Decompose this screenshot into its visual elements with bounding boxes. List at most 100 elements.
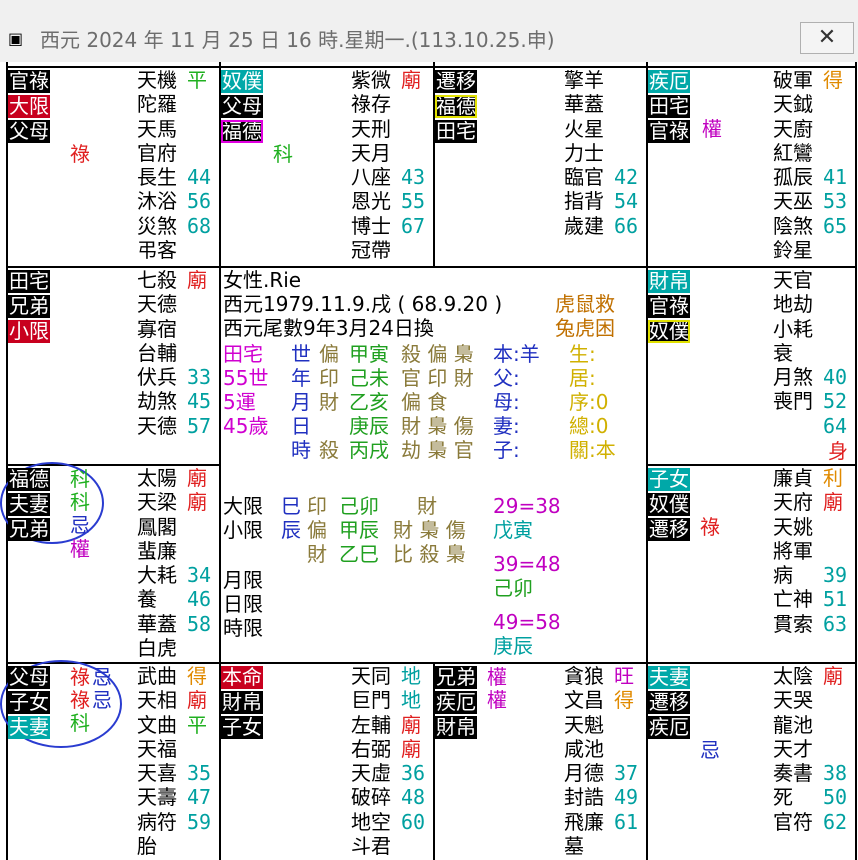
star-name: 月煞 — [773, 365, 813, 390]
star-name: 天鉞 — [773, 92, 813, 117]
star-row: 養 46 — [137, 587, 211, 611]
transform-mark: 忌 — [70, 513, 90, 537]
star-row: 天魁 — [564, 713, 604, 737]
palace-c5[interactable]: 田宅 兄弟 小限 七殺廟天德 寡宿 台輔 伏兵 33 劫煞 45 天德 57 — [8, 268, 219, 464]
star-list: 天機平陀羅 天馬 官府 長生 44 沐浴 56 災煞 68 弔客 — [137, 68, 211, 262]
app-icon[interactable]: ▣ — [8, 30, 28, 48]
pillar-g: 關:本 — [569, 438, 616, 462]
star-row: 官符 62 — [773, 810, 847, 834]
palace-role-tag: 官祿 — [8, 69, 50, 93]
star-row: 天馬 — [137, 117, 177, 141]
star-row: 長生 44 — [137, 165, 211, 189]
palace-c14[interactable]: 本命 財帛 子女 天同地巨門地左輔廟右弼廟天虛 36 破碎 48 地空 60 斗君 — [221, 664, 433, 860]
xiaoxian-zhi: 辰 — [281, 518, 301, 542]
star-row: 天哭 — [773, 688, 813, 712]
palace-c9[interactable]: 福德 夫妻 兄弟科科忌權太陽廟天梁廟鳳閣 蜚廉 大耗 34 養 46 華蓋 58 白虎 — [8, 466, 219, 662]
star-name: 亡神 — [773, 587, 813, 612]
xiaoxian-label: 小限 — [223, 518, 263, 542]
star-row: 寡宿 — [137, 317, 177, 341]
transform-mark: 祿 — [70, 142, 90, 166]
palace-c2[interactable]: 奴僕 父母 福德科 紫微廟祿存 天刑 天月 八座 43 恩光 55 博士 67 冠帶 — [221, 68, 433, 266]
transform-mark: 科 — [70, 711, 90, 735]
star-name: 天府 — [773, 490, 813, 515]
star-age: 47 — [187, 785, 212, 810]
star-row: 封誥 49 — [564, 785, 638, 809]
star-age: 62 — [823, 809, 848, 834]
palace-c8[interactable]: 財帛 官祿 奴僕身 天官 地劫 小耗衰月煞 40 喪門 52 64 — [648, 268, 855, 464]
star-name: 白虎 — [137, 636, 177, 661]
pillar-d: 庚辰 — [349, 414, 389, 438]
star-age: 64 — [823, 413, 848, 438]
palace-c1[interactable]: 官祿 大限 父母祿 天機平陀羅 天馬 官府 長生 44 沐浴 56 災煞 68 弔客 — [8, 68, 219, 266]
pillar-e: 官 印 財 — [401, 366, 474, 390]
palace-role-tag: 父母 — [8, 665, 50, 689]
transform-mark: 身 — [828, 439, 848, 463]
palace-c3[interactable]: 遷移 福德 田宅 擎羊 華蓋 火星 力士 臨官 42 指背 54 歲建 66 — [435, 68, 646, 266]
star-row: 華蓋 — [564, 92, 604, 116]
transform-mark: 科 — [273, 142, 293, 166]
star-row: 台輔 — [137, 341, 177, 365]
star-row: 紫微廟 — [351, 68, 421, 92]
star-row: 天才 — [773, 737, 813, 761]
star-name: 病 — [773, 563, 793, 588]
pillar-b: 世 — [291, 342, 311, 366]
palace-c12[interactable]: 子女 奴僕 遷移祿 廉貞利天府廟天姚 將軍病 39 亡神 51 貫索 63 — [648, 466, 855, 662]
star-name: 劫煞 — [137, 389, 177, 414]
palace-role-tag: 福德 — [435, 94, 477, 118]
star-name: 廉貞 — [773, 466, 813, 490]
note-1: 虎鼠救 — [555, 292, 615, 316]
star-name: 鳳閣 — [137, 514, 177, 539]
star-name: 喪門 — [773, 389, 813, 414]
star-name: 災煞 — [137, 213, 177, 238]
star-name: 孤辰 — [773, 165, 813, 190]
star-name: 伏兵 — [137, 365, 177, 390]
close-button[interactable]: ✕ — [800, 22, 854, 54]
palace-c16[interactable]: 夫妻 遷移 疾厄忌 太陰廟天哭 龍池 天才 奏書 38 死 50 官符 62 — [648, 664, 855, 860]
star-row: 胎 — [137, 834, 177, 858]
star-row: 天廚 — [773, 117, 813, 141]
yuexian-label: 月限 — [223, 568, 263, 592]
palace-c15[interactable]: 兄弟 疾厄 財帛權權貪狼旺文昌得天魁 咸池 月德 37 封誥 49 飛廉 61 墓 — [435, 664, 646, 860]
star-list: 廉貞利天府廟天姚 將軍病 39 亡神 51 貫索 63 — [773, 466, 847, 636]
star-name: 胎 — [137, 834, 157, 859]
star-row: 天月 — [351, 141, 391, 165]
star-row: 官府 — [137, 141, 177, 165]
star-name: 火星 — [564, 116, 604, 141]
star-row: 64 — [773, 414, 847, 438]
star-row: 天機平 — [137, 68, 207, 92]
star-row: 火星 — [564, 117, 604, 141]
star-list: 天同地巨門地左輔廟右弼廟天虛 36 破碎 48 地空 60 斗君 — [351, 664, 425, 858]
star-age: 56 — [187, 189, 212, 214]
star-name: 天梁 — [137, 490, 177, 515]
pillar-g: 總:0 — [569, 414, 609, 438]
palace-role-tag: 財帛 — [435, 715, 477, 739]
year-change: 西元尾數9年3月24日換 — [223, 316, 434, 340]
star-name: 七殺 — [137, 268, 177, 292]
palace-c4[interactable]: 疾厄 田宅 官祿權 破軍得天鉞 天廚 紅鸞 孤辰 41 天巫 53 陰煞 65 鈴星 — [648, 68, 855, 266]
palace-role-tag: 奴僕 — [648, 319, 690, 343]
star-row: 白虎 — [137, 636, 177, 660]
pillar-c: 財 — [319, 390, 339, 414]
star-row: 太陰廟 — [773, 664, 843, 688]
star-name: 死 — [773, 785, 793, 810]
star-age: 35 — [187, 761, 212, 786]
star-brightness: 旺 — [614, 664, 634, 688]
star-name: 天月 — [351, 140, 391, 165]
transform-mark: 忌 — [92, 665, 112, 689]
pillar-d: 甲寅 — [349, 342, 389, 366]
star-name: 天馬 — [137, 116, 177, 141]
pillar-f: 父: — [493, 366, 520, 390]
palace-role-tag: 遷移 — [648, 690, 690, 714]
star-age: 46 — [187, 587, 212, 612]
star-row: 天刑 — [351, 117, 391, 141]
star-name: 華蓋 — [137, 611, 177, 636]
daxian-label: 大限 — [223, 494, 263, 518]
palace-role-tag: 父母 — [221, 94, 263, 118]
star-age: 52 — [823, 389, 848, 414]
palace-role-tag: 疾厄 — [648, 715, 690, 739]
star-list: 破軍得天鉞 天廚 紅鸞 孤辰 41 天巫 53 陰煞 65 鈴星 — [773, 68, 847, 262]
star-name: 墓 — [564, 834, 584, 859]
star-row: 孤辰 41 — [773, 165, 847, 190]
palace-c13[interactable]: 父母 子女 夫妻祿忌祿忌科武曲得天相廟文曲平天福 天喜 35 天壽 47 病符 59 胎 — [8, 664, 219, 860]
xiaoxian-c: 偏 — [307, 518, 327, 542]
